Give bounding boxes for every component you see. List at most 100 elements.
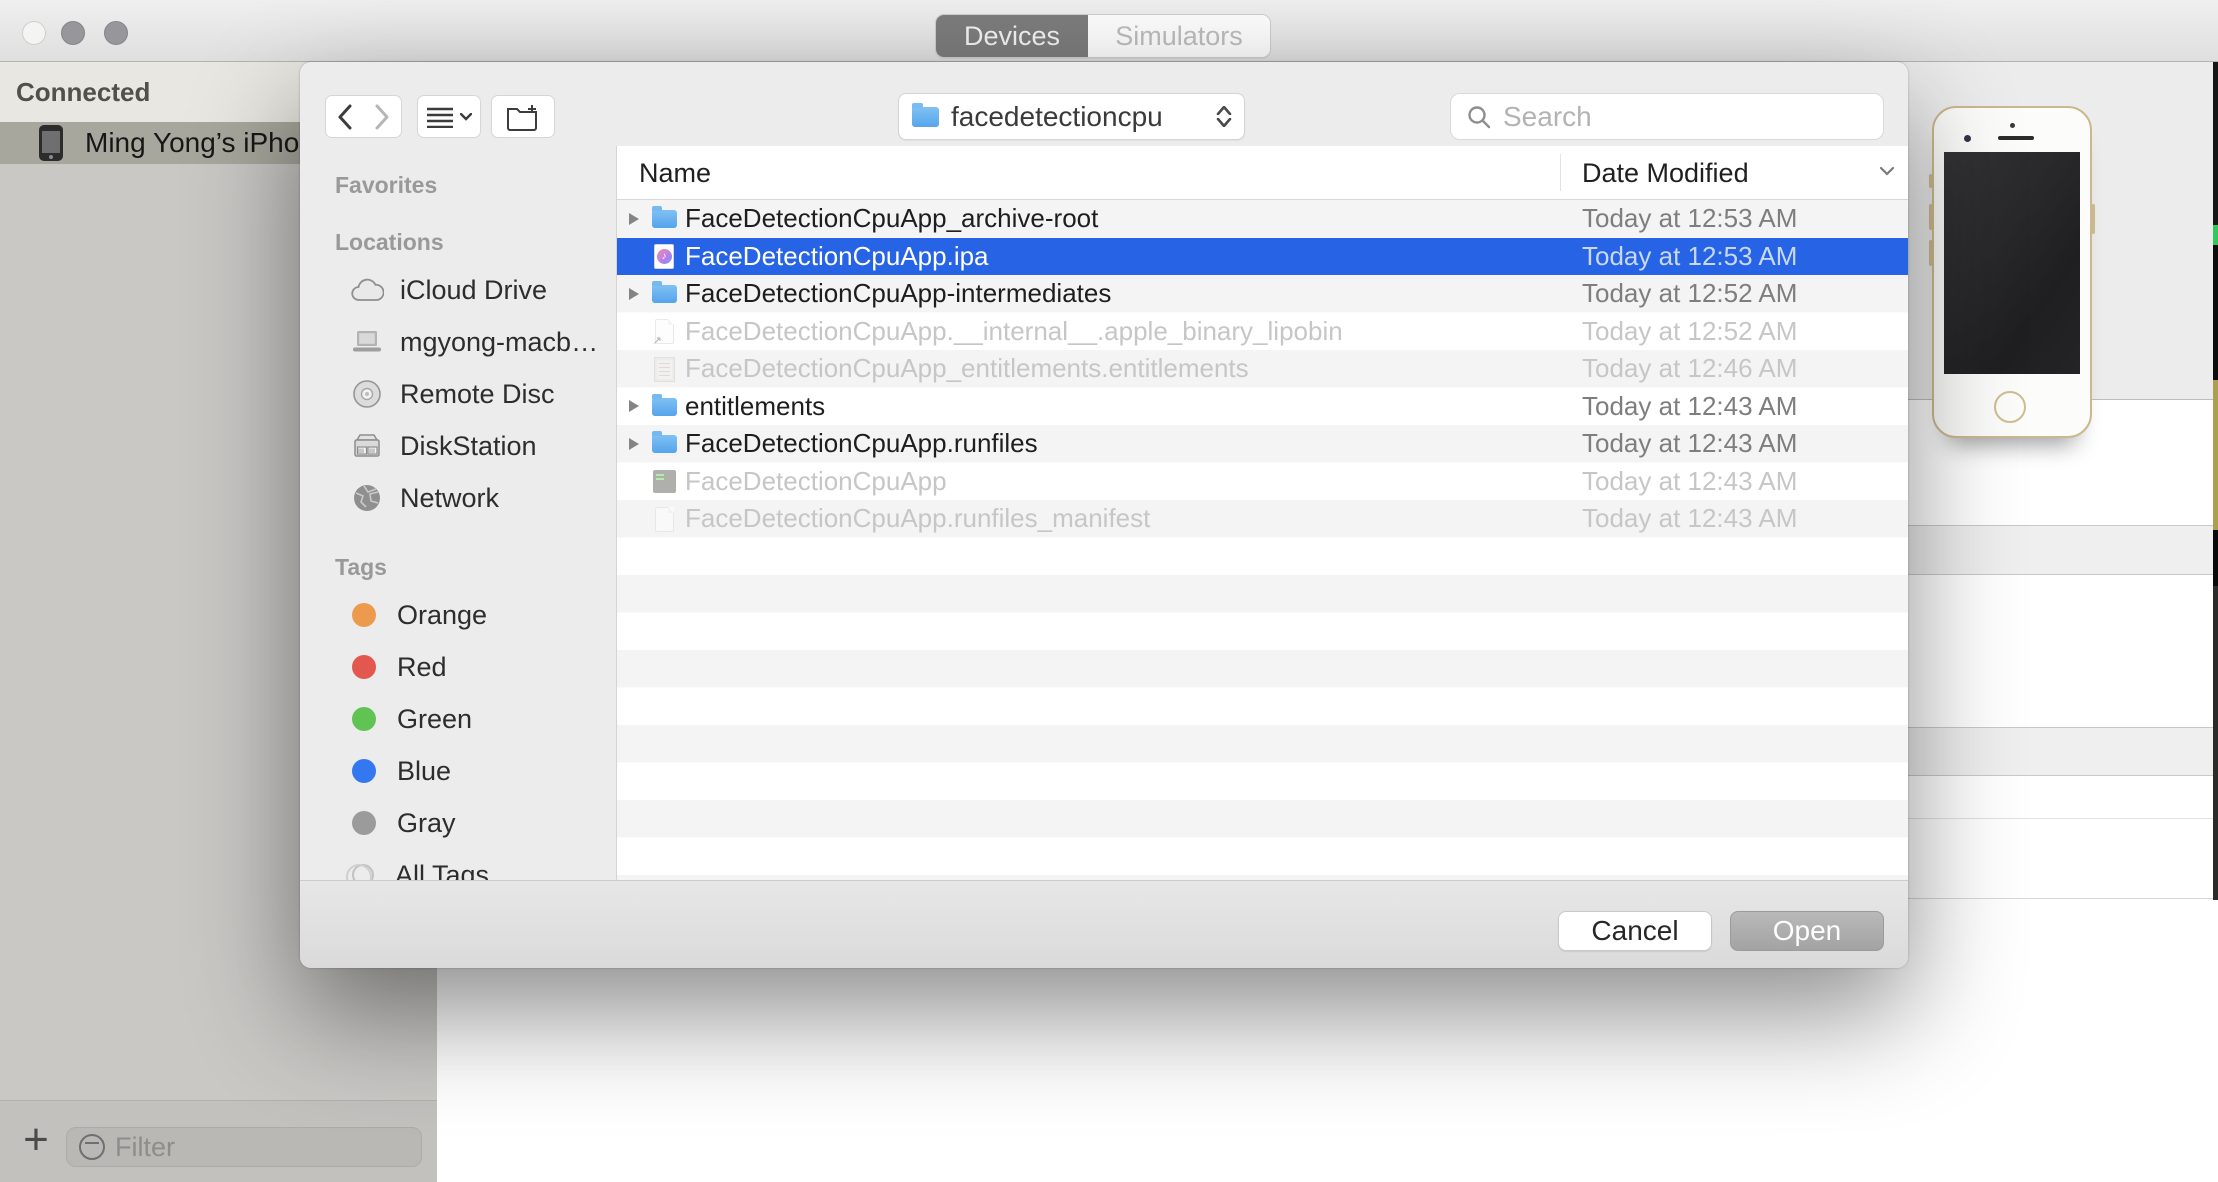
current-folder-popup[interactable]: facedetectioncpu <box>898 93 1245 140</box>
screen-edge-strip <box>2213 62 2218 225</box>
locations-list: iCloud Drive mgyong-macb… Remote Disc <box>300 264 616 524</box>
tag-label: Gray <box>397 808 456 839</box>
disclosure-triangle-icon[interactable] <box>629 438 639 450</box>
diskstation-icon <box>351 432 383 460</box>
file-date-modified: Today at 12:52 AM <box>1582 316 1797 347</box>
sidebar-location-item[interactable]: mgyong-macb… <box>300 316 616 368</box>
favorites-section-title: Favorites <box>300 172 616 199</box>
laptop-icon <box>350 329 384 355</box>
search-icon <box>1467 105 1491 129</box>
sidebar-tag-item[interactable]: Orange <box>300 589 616 641</box>
sidebar-tag-item[interactable]: All Tags… <box>300 849 616 880</box>
sidebar-tag-item[interactable]: Green <box>300 693 616 745</box>
chevron-down-icon <box>460 113 472 121</box>
file-row[interactable]: ♪ FaceDetectionCpuApp.runfiles Today at … <box>617 425 1908 463</box>
remote-disc-icon <box>352 379 382 409</box>
sidebar-tag-item[interactable]: Red <box>300 641 616 693</box>
disclosure-triangle-icon[interactable] <box>629 400 639 412</box>
sidebar-location-item[interactable]: DiskStation <box>300 420 616 472</box>
file-name: FaceDetectionCpuApp.ipa <box>685 241 989 272</box>
column-divider <box>1560 154 1561 191</box>
search-input[interactable] <box>1501 100 1831 134</box>
file-name: FaceDetectionCpuApp <box>685 466 947 497</box>
locations-section-title: Locations <box>300 229 616 256</box>
sidebar-tag-item[interactable]: Blue <box>300 745 616 797</box>
filter-placeholder: Filter <box>115 1132 175 1163</box>
dialog-sidebar: Favorites Locations iCloud Drive mgyong-… <box>300 146 617 880</box>
tag-label: Red <box>397 652 447 683</box>
folder-icon <box>652 398 677 416</box>
close-window-button[interactable] <box>22 21 46 45</box>
file-name: FaceDetectionCpuApp.__internal__.apple_b… <box>685 316 1343 347</box>
zoom-window-button[interactable] <box>104 21 128 45</box>
sidebar-location-item[interactable]: Remote Disc <box>300 368 616 420</box>
title-bar: Devices Simulators <box>0 0 2218 62</box>
file-row[interactable]: ♪ FaceDetectionCpuApp-intermediates Toda… <box>617 275 1908 313</box>
file-name: FaceDetectionCpuApp.runfiles_manifest <box>685 503 1150 534</box>
iphone-device-preview-image <box>1932 106 2092 438</box>
file-name: FaceDetectionCpuApp.runfiles <box>685 428 1038 459</box>
disclosure-triangle-icon[interactable] <box>629 213 639 225</box>
sidebar-item-label: iCloud Drive <box>400 275 547 306</box>
new-folder-icon <box>506 103 540 131</box>
file-date-modified: Today at 12:43 AM <box>1582 391 1797 422</box>
phone-screen <box>1944 152 2080 374</box>
file-date-modified: Today at 12:52 AM <box>1582 278 1797 309</box>
sort-chevron-icon[interactable] <box>1879 166 1895 176</box>
file-row[interactable]: ♪ FaceDetectionCpuApp Today at 12:43 AM <box>617 463 1908 501</box>
folder-icon <box>652 210 677 228</box>
sidebar-location-item[interactable]: Network <box>300 472 616 524</box>
tag-color-icon <box>352 811 376 835</box>
file-name: entitlements <box>685 391 825 422</box>
dialog-toolbar: facedetectioncpu <box>300 62 1908 146</box>
file-row[interactable]: ♪ FaceDetectionCpuApp_archive-root Today… <box>617 200 1908 238</box>
column-header-date-modified[interactable]: Date Modified <box>1582 158 1749 189</box>
file-date-modified: Today at 12:53 AM <box>1582 241 1797 272</box>
file-name: FaceDetectionCpuApp-intermediates <box>685 278 1111 309</box>
list-view-icon <box>426 106 454 128</box>
tag-color-icon <box>352 707 376 731</box>
view-options-button[interactable] <box>417 95 481 138</box>
phone-mute-switch <box>1929 174 1933 188</box>
phone-speaker <box>1998 136 2034 140</box>
tag-color-icon <box>352 864 374 880</box>
screen-edge-strip <box>2213 530 2218 586</box>
column-header-name[interactable]: Name <box>639 158 711 189</box>
add-device-button[interactable]: + <box>14 1115 58 1165</box>
folder-icon <box>652 285 677 303</box>
phone-volume-down <box>1929 240 1933 266</box>
new-folder-button[interactable] <box>491 95 555 138</box>
search-field[interactable] <box>1450 93 1884 140</box>
chevron-right-icon <box>377 106 387 128</box>
tab-devices[interactable]: Devices <box>936 15 1088 57</box>
tag-label: All Tags… <box>395 860 516 881</box>
devices-and-simulators-window: Devices Simulators Connected Ming Yong’s… <box>0 0 2218 1182</box>
file-row[interactable]: ♪ FaceDetectionCpuApp.__internal__.apple… <box>617 313 1908 351</box>
file-date-modified: Today at 12:43 AM <box>1582 466 1797 497</box>
tag-label: Blue <box>397 756 451 787</box>
file-name: FaceDetectionCpuApp_archive-root <box>685 203 1098 234</box>
tab-simulators[interactable]: Simulators <box>1088 15 1270 57</box>
cancel-button[interactable]: Cancel <box>1558 911 1712 951</box>
device-filter-field[interactable]: Filter <box>66 1127 422 1167</box>
file-row[interactable]: ♪ FaceDetectionCpuApp.ipa Today at 12:53… <box>617 238 1908 276</box>
network-icon <box>352 483 382 513</box>
icloud-drive-icon <box>350 277 384 303</box>
sidebar-location-item[interactable]: iCloud Drive <box>300 264 616 316</box>
filter-icon <box>79 1134 105 1160</box>
sidebar-tag-item[interactable]: Gray <box>300 797 616 849</box>
tag-color-icon <box>352 759 376 783</box>
file-row[interactable]: ♪ FaceDetectionCpuApp_entitlements.entit… <box>617 350 1908 388</box>
folder-icon <box>912 107 939 127</box>
minimize-window-button[interactable] <box>61 21 85 45</box>
open-button[interactable]: Open <box>1730 911 1884 951</box>
file-row[interactable]: ♪ FaceDetectionCpuApp.runfiles_manifest … <box>617 500 1908 538</box>
executable-file-icon <box>653 470 676 493</box>
sidebar-item-label: Remote Disc <box>400 379 555 410</box>
current-folder-name: facedetectioncpu <box>951 101 1163 133</box>
file-row[interactable]: ♪ entitlements Today at 12:43 AM <box>617 388 1908 426</box>
back-button[interactable] <box>325 95 364 138</box>
forward-button[interactable] <box>363 95 402 138</box>
screen-edge-strip <box>2213 380 2218 530</box>
disclosure-triangle-icon[interactable] <box>629 288 639 300</box>
